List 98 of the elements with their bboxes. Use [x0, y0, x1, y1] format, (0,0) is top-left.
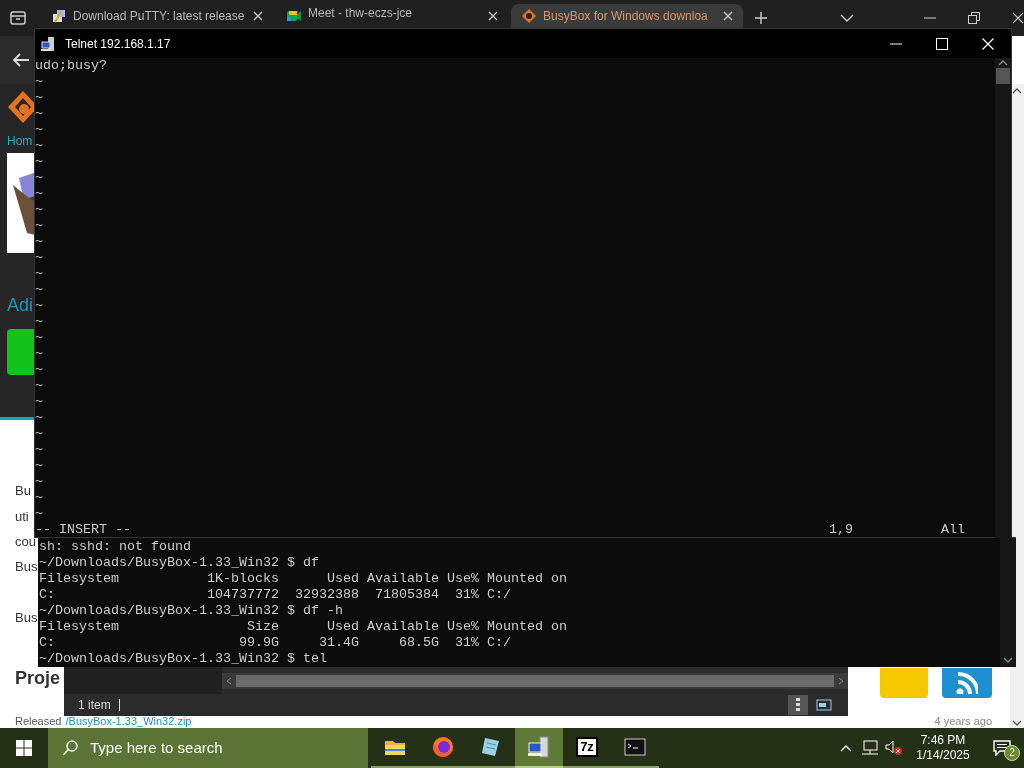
heading: Adi — [7, 294, 33, 317]
release-age: 4 years ago — [934, 715, 992, 727]
close-icon[interactable] — [723, 11, 733, 21]
tilde-marker: ~ — [35, 474, 44, 490]
taskbar-app[interactable] — [515, 728, 563, 768]
console-line: Filesystem Size Used Available Use% Mounted on — [39, 619, 568, 635]
console-line: C: 99.9G 31.4G 68.5G 31% C:/ — [39, 635, 512, 651]
tilde-marker: ~ — [35, 74, 44, 90]
rss-icon — [956, 672, 978, 694]
browser-tab[interactable]: Meet - thw-eczs-jce — [276, 4, 508, 28]
search-field[interactable]: Type here to search — [48, 728, 368, 768]
paragraph-text: Bus — [15, 609, 38, 627]
horizontal-scrollbar[interactable] — [222, 672, 848, 689]
scroll-down-icon[interactable] — [1012, 720, 1022, 726]
tilde-marker: ~ — [35, 106, 44, 122]
tilde-marker: ~ — [35, 186, 44, 202]
tilde-marker: ~ — [35, 426, 44, 442]
back-arrow-icon[interactable] — [12, 53, 30, 67]
section-heading: Proje — [15, 667, 61, 689]
tilde-marker: ~ — [35, 266, 44, 282]
tilde-marker: ~ — [35, 250, 44, 266]
windows-start-icon[interactable] — [16, 740, 32, 756]
console-line: C: 104737772 32932388 71805384 31% C:/ — [39, 587, 512, 603]
tilde-marker: ~ — [35, 314, 44, 330]
tilde-marker: ~ — [35, 394, 44, 410]
mode-indicator: -- INSERT -- — [35, 522, 131, 538]
diamond-icon — [521, 8, 537, 24]
release-link[interactable]: /BusyBox-1.33_Win32.zip — [65, 715, 192, 727]
tilde-marker: ~ — [35, 218, 44, 234]
tilde-marker: ~ — [35, 282, 44, 298]
scroll-down-icon[interactable] — [1003, 657, 1013, 663]
tilde-marker: ~ — [35, 330, 44, 346]
clock-time: 7:46 PM — [920, 733, 966, 748]
maximize-icon[interactable] — [936, 37, 948, 50]
editor-line: udo;busy? — [35, 58, 108, 74]
paragraph-text: Bus — [15, 558, 38, 576]
notification-button[interactable]: 2 — [980, 728, 1024, 768]
taskbar-app[interactable]: 7z — [563, 728, 611, 768]
scroll-thumb[interactable] — [996, 68, 1010, 84]
paragraph-text: cou — [15, 533, 36, 551]
tab-title: Meet - thw-eczs-jce — [308, 5, 414, 22]
archive-logo: 7z — [576, 737, 598, 757]
console-line: ~/Downloads/BusyBox-1.33_Win32 $ df -h — [39, 603, 344, 619]
chevron-up-icon[interactable] — [840, 744, 852, 752]
network-computer-icon — [527, 735, 551, 759]
scroll-position: All — [941, 522, 965, 538]
putty-icon — [51, 8, 67, 24]
tab-title: BusyBox for Windows downloa — [543, 8, 709, 25]
tilde-marker: ~ — [35, 90, 44, 106]
tilde-marker: ~ — [35, 234, 44, 250]
tilde-marker: ~ — [35, 458, 44, 474]
chevron-down-icon[interactable] — [840, 13, 854, 23]
release-label: Released — [15, 715, 62, 727]
plus-icon[interactable] — [754, 11, 768, 25]
tilde-marker: ~ — [35, 138, 44, 154]
tilde-marker: ~ — [35, 410, 44, 426]
paragraph-text: Bu — [15, 482, 31, 500]
tilde-marker: ~ — [35, 154, 44, 170]
tilde-marker: ~ — [35, 442, 44, 458]
network-icon[interactable] — [861, 740, 879, 756]
message-icon — [993, 740, 1011, 756]
paragraph-text: uti — [15, 508, 29, 526]
console-line: ~/Downloads/BusyBox-1.33_Win32 $ tel — [39, 651, 328, 667]
restore-icon[interactable] — [968, 12, 980, 24]
tilde-marker: ~ — [35, 362, 44, 378]
muted-speaker-icon[interactable] — [885, 740, 903, 756]
tilde-marker: ~ — [35, 490, 44, 506]
tilde-marker: ~ — [35, 378, 44, 394]
console-line: ~/Downloads/BusyBox-1.33_Win32 $ df — [39, 555, 320, 571]
nav-link[interactable]: Hom — [7, 134, 33, 148]
browser-tab[interactable]: BusyBox for Windows downloa — [511, 4, 743, 28]
browser-tab[interactable]: Download PuTTY: latest release — [41, 4, 273, 28]
cursor-position: 1,9 — [829, 522, 853, 538]
terminal-icon — [623, 735, 647, 759]
rss-button[interactable] — [942, 668, 992, 698]
tilde-marker: ~ — [35, 170, 44, 186]
console-line: sh: sshd: not found — [39, 539, 192, 555]
tilde-marker: ~ — [35, 298, 44, 314]
tilde-marker: ~ — [35, 122, 44, 138]
tilde-marker: ~ — [35, 202, 44, 218]
tab-title: Download PuTTY: latest release — [73, 8, 246, 25]
console-line: Filesystem 1K-blocks Used Available Use% Mounted on — [39, 571, 568, 587]
search-icon — [62, 740, 78, 756]
close-icon[interactable] — [488, 11, 498, 21]
status-text: 1 item — [78, 697, 111, 714]
tilde-marker: ~ — [35, 346, 44, 362]
firefox-icon — [431, 735, 455, 759]
scroll-right-icon[interactable] — [838, 676, 844, 685]
close-icon[interactable] — [253, 11, 263, 21]
scroll-up-icon[interactable] — [998, 60, 1008, 66]
clock-date: 1/14/2025 — [916, 748, 970, 763]
video-icon — [286, 8, 302, 24]
scroll-left-icon[interactable] — [226, 676, 232, 685]
tab-list-icon[interactable] — [9, 11, 26, 25]
tilde-marker: ~ — [35, 506, 44, 522]
close-icon[interactable] — [1012, 12, 1024, 24]
notification-badge: 2 — [1004, 745, 1020, 761]
window-title: Telnet 192.168.1.17 — [65, 35, 171, 53]
